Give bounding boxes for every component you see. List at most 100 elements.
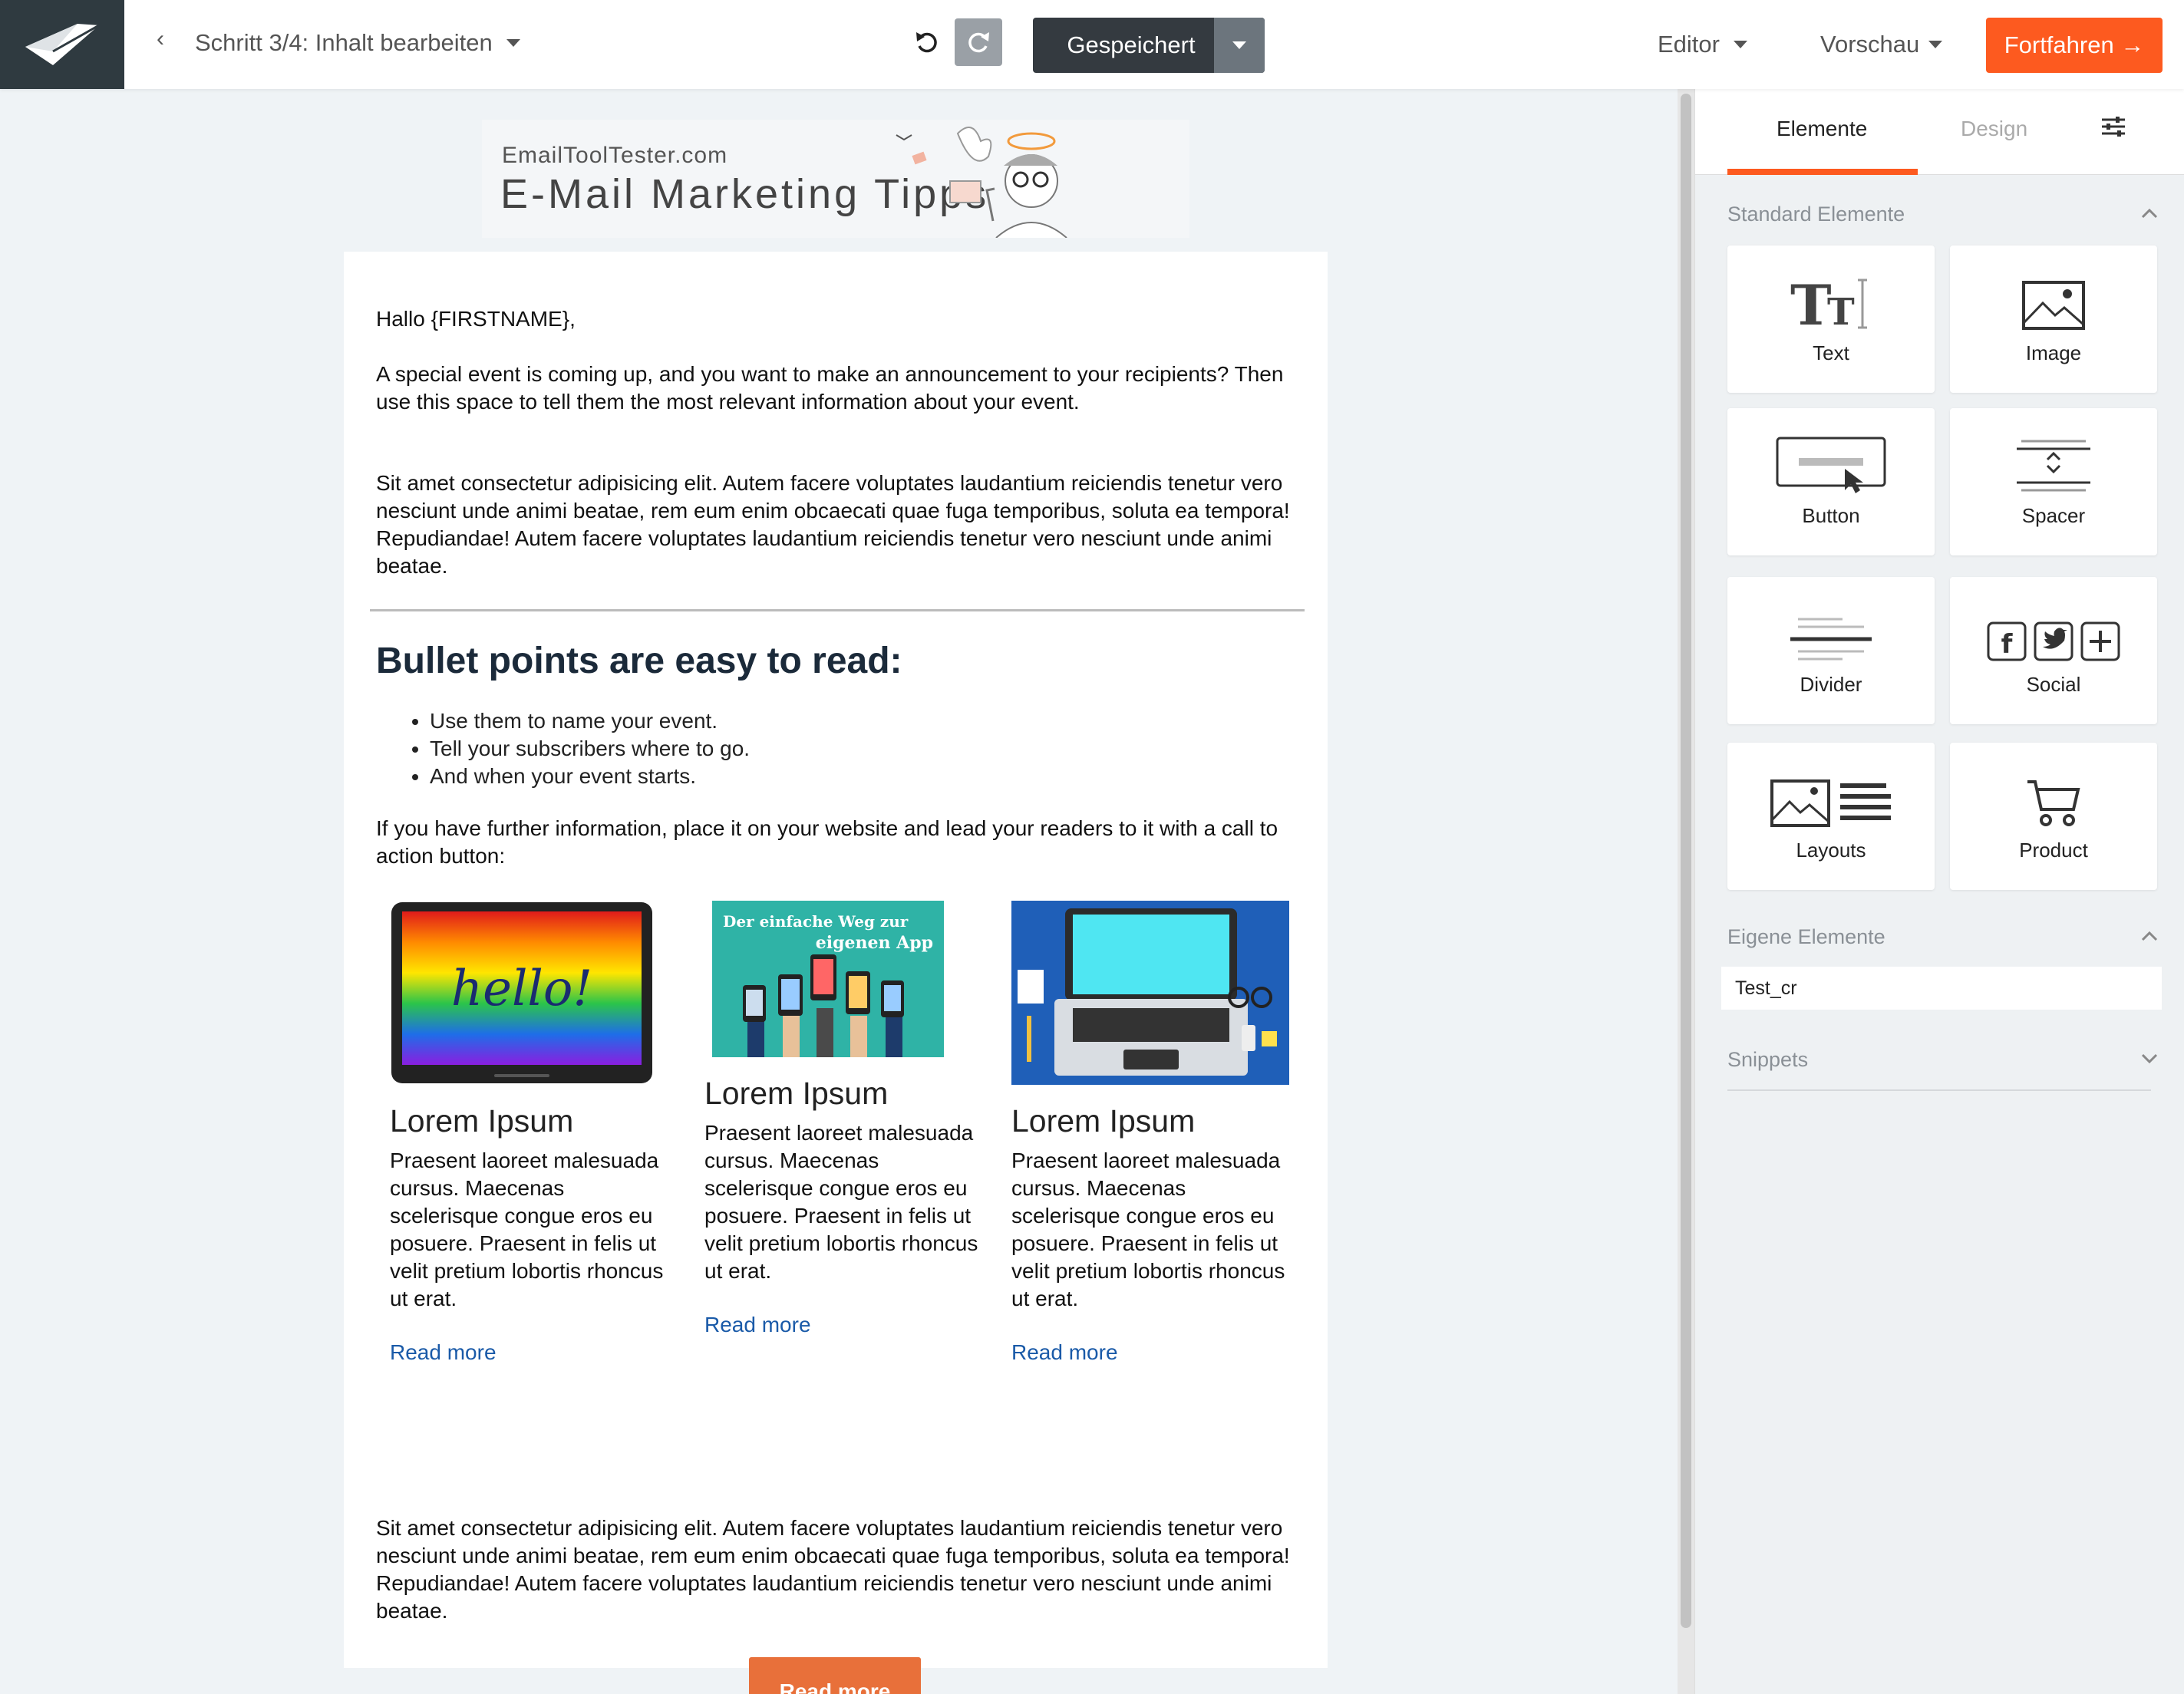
tile-label: Text xyxy=(1813,341,1849,364)
editor-menu[interactable]: Editor xyxy=(1658,31,1747,58)
laptop-desk-image[interactable] xyxy=(1011,901,1289,1085)
svg-text:T: T xyxy=(1790,277,1832,331)
snippets-divider xyxy=(1727,1089,2151,1091)
app-image-text-2: eigenen App xyxy=(816,933,933,953)
app-promo-image[interactable]: Der einfache Weg zur eigenen App xyxy=(712,901,944,1057)
content-column-1[interactable]: hello! Lorem Ipsum Praesent laoreet male… xyxy=(390,901,674,1365)
own-element-item[interactable]: Test_cr xyxy=(1721,967,2162,1010)
column-title: Lorem Ipsum xyxy=(1011,1103,1196,1139)
header-banner-image[interactable]: EmailToolTester.com E-Mail Marketing Tip… xyxy=(482,120,1189,238)
section-heading[interactable]: Bullet points are easy to read: xyxy=(376,640,902,682)
top-bar: ‹ Schritt 3/4: Inhalt bearbeiten Gespeic… xyxy=(0,0,2184,89)
step-label: Schritt 3/4: Inhalt bearbeiten xyxy=(195,29,493,56)
tile-label: Product xyxy=(2019,839,2088,862)
saved-button[interactable]: Gespeichert xyxy=(1033,18,1214,73)
social-icon: f xyxy=(1987,621,2120,661)
element-tile-layouts[interactable]: Layouts xyxy=(1727,743,1935,890)
shopping-cart-icon xyxy=(2027,780,2080,826)
column-title: Lorem Ipsum xyxy=(390,1103,574,1139)
element-tile-image[interactable]: Image xyxy=(1950,246,2157,393)
tile-label: Divider xyxy=(1800,673,1862,696)
editor-menu-label: Editor xyxy=(1658,31,1720,58)
text-icon: T T xyxy=(1790,277,1867,331)
app-image-icon: Der einfache Weg zur eigenen App xyxy=(712,901,944,1057)
tab-elements[interactable]: Elemente xyxy=(1777,117,1867,141)
spacer-icon xyxy=(2017,440,2090,492)
column-body: Praesent laoreet malesuada cursus. Maece… xyxy=(390,1149,664,1310)
continue-button[interactable]: Fortfahren → xyxy=(1986,18,2163,73)
sliders-icon xyxy=(2102,117,2125,137)
column-title: Lorem Ipsum xyxy=(704,1076,889,1111)
tablet-image-icon: hello! xyxy=(391,902,652,1083)
svg-text:T: T xyxy=(1827,291,1855,331)
read-more-button[interactable]: Read more xyxy=(749,1657,921,1694)
read-more-link[interactable]: Read more xyxy=(1011,1340,1295,1365)
chevron-up-icon[interactable] xyxy=(2140,207,2159,219)
list-item: And when your event starts. xyxy=(430,763,750,790)
cta-intro-text[interactable]: If you have further information, place i… xyxy=(376,815,1297,870)
paragraph-text[interactable]: Sit amet consectetur adipisicing elit. A… xyxy=(376,1514,1305,1625)
tile-label: Social xyxy=(2026,673,2081,696)
chevron-down-icon[interactable] xyxy=(2140,1053,2159,1065)
element-tile-text[interactable]: T T Text xyxy=(1727,246,1935,393)
laptop-image-icon xyxy=(1011,901,1289,1085)
caret-down-icon xyxy=(1733,41,1747,48)
standard-elements-title[interactable]: Standard Elemente xyxy=(1727,203,1905,226)
greeting-text[interactable]: Hallo {FIRSTNAME}, xyxy=(376,305,576,333)
email-canvas: EmailToolTester.com E-Mail Marketing Tip… xyxy=(0,89,1678,1694)
canvas-scrollbar[interactable] xyxy=(1678,89,1694,1694)
list-item: Tell your subscribers where to go. xyxy=(430,735,750,763)
saved-button-group: Gespeichert xyxy=(1033,18,1265,73)
step-dropdown[interactable]: Schritt 3/4: Inhalt bearbeiten xyxy=(195,29,520,57)
read-more-link[interactable]: Read more xyxy=(704,1313,988,1337)
element-tile-social[interactable]: f Social xyxy=(1950,577,2157,724)
tile-label: Spacer xyxy=(2021,504,2086,527)
element-tile-divider[interactable]: Divider xyxy=(1727,577,1935,724)
redo-icon xyxy=(968,32,989,53)
active-tab-indicator xyxy=(1727,169,1918,175)
saved-dropdown-toggle[interactable] xyxy=(1214,18,1265,73)
tile-label: Layouts xyxy=(1796,839,1866,862)
snippets-title[interactable]: Snippets xyxy=(1727,1048,1808,1072)
preview-menu[interactable]: Vorschau xyxy=(1820,31,1943,58)
app-image-text-1: Der einfache Weg zur xyxy=(723,912,909,931)
intro-text[interactable]: A special event is coming up, and you wa… xyxy=(376,361,1312,416)
caret-down-icon xyxy=(506,39,520,47)
redo-button[interactable] xyxy=(955,18,1002,66)
layouts-icon xyxy=(1770,779,1891,827)
list-item: Use them to name your event. xyxy=(430,707,750,735)
column-body: Praesent laoreet malesuada cursus. Maece… xyxy=(704,1121,978,1283)
content-column-3[interactable]: Lorem Ipsum Praesent laoreet malesuada c… xyxy=(1011,901,1295,1365)
read-more-link[interactable]: Read more xyxy=(390,1340,674,1365)
paragraph-text[interactable]: Sit amet consectetur adipisicing elit. A… xyxy=(376,470,1305,580)
rainbow-tablet-image[interactable]: hello! xyxy=(390,901,654,1085)
divider-icon xyxy=(1790,618,1872,661)
element-tile-spacer[interactable]: Spacer xyxy=(1950,408,2157,555)
undo-button[interactable] xyxy=(904,18,950,66)
app-logo[interactable] xyxy=(0,0,124,89)
element-tile-product[interactable]: Product xyxy=(1950,743,2157,890)
email-body[interactable]: Hallo {FIRSTNAME}, A special event is co… xyxy=(344,252,1328,1694)
own-elements-title[interactable]: Eigene Elemente xyxy=(1727,925,1885,949)
bullet-list[interactable]: Use them to name your event. Tell your s… xyxy=(419,707,750,790)
caret-down-icon xyxy=(1928,41,1943,48)
sidebar-tabs: Elemente Design xyxy=(1695,89,2184,175)
back-button[interactable]: ‹ xyxy=(157,26,164,52)
tile-label: Image xyxy=(2025,341,2082,364)
undo-icon xyxy=(916,32,937,53)
preview-menu-label: Vorschau xyxy=(1820,31,1920,58)
tab-design[interactable]: Design xyxy=(1961,117,2027,141)
tile-label: Button xyxy=(1802,504,1860,527)
banner-site-text: EmailToolTester.com xyxy=(502,143,728,168)
element-tile-button[interactable]: Button xyxy=(1727,408,1935,555)
caret-down-icon xyxy=(1232,41,1246,49)
tablet-image-text: hello! xyxy=(451,961,592,1017)
elements-sidebar: Elemente Design Standard Elemente T T Te… xyxy=(1694,89,2184,1694)
paper-plane-icon xyxy=(25,24,100,65)
content-column-2[interactable]: Der einfache Weg zur eigenen App Lorem I… xyxy=(704,901,988,1337)
mascot-illustration-icon xyxy=(896,127,1067,238)
chevron-up-icon[interactable] xyxy=(2140,930,2159,942)
scrollbar-thumb[interactable] xyxy=(1681,94,1691,1628)
tab-settings[interactable] xyxy=(2100,115,2126,142)
divider[interactable] xyxy=(370,609,1305,611)
